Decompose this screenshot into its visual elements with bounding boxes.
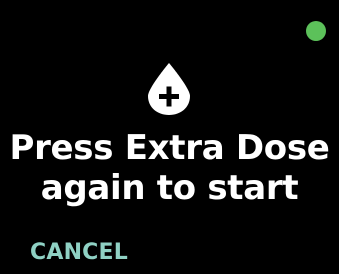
device-screen: Press Extra Dose again to start CANCEL — [0, 0, 339, 274]
status-indicator-dot — [306, 21, 326, 41]
drop-plus-icon — [146, 62, 192, 116]
instruction-line-2: again to start — [40, 168, 299, 208]
cancel-button[interactable]: CANCEL — [30, 239, 128, 267]
instruction-line-1: Press Extra Dose — [9, 128, 330, 168]
instruction-message: Press Extra Dose again to start — [0, 128, 339, 208]
